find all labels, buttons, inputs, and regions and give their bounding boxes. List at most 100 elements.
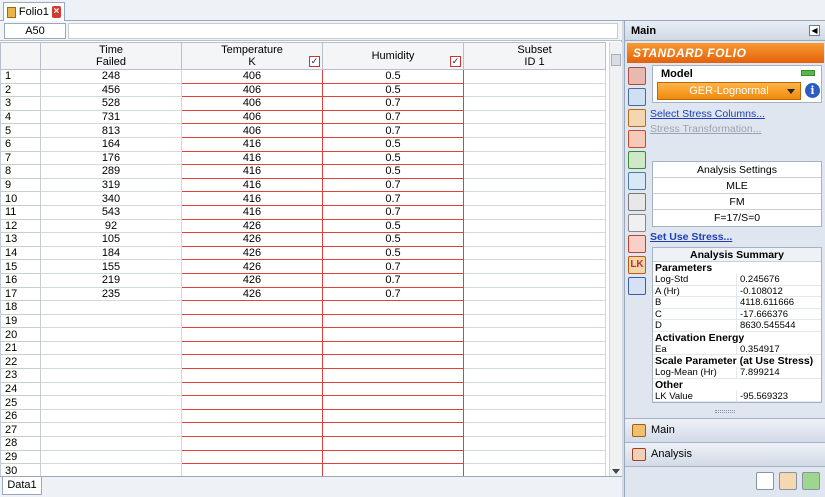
grid-cell[interactable]: 219 — [40, 272, 182, 288]
grid-cell[interactable]: 340 — [40, 191, 182, 206]
grid-cell[interactable] — [322, 395, 464, 410]
grid-cell[interactable]: 0.5 — [322, 136, 464, 152]
analysis-settings-title[interactable]: Analysis Settings — [653, 162, 821, 178]
analysis-ranking[interactable]: FM — [653, 194, 821, 210]
configure-icon[interactable] — [802, 472, 820, 490]
grid-cell[interactable]: 456 — [40, 82, 182, 98]
grid-cell[interactable]: 0.7 — [322, 177, 464, 193]
grid-cell[interactable]: 426 — [181, 218, 323, 234]
grid-cell[interactable] — [181, 313, 323, 329]
grid-cell[interactable] — [40, 368, 182, 383]
grid-cell[interactable] — [181, 354, 323, 370]
select-stress-columns-link[interactable]: Select Stress Columns... — [650, 108, 765, 120]
probability-plot-icon[interactable] — [628, 88, 646, 106]
row-header[interactable]: 21 — [0, 340, 41, 356]
grid-cell[interactable]: 0.5 — [322, 164, 464, 179]
grid-cell[interactable] — [322, 354, 464, 370]
grid-cell[interactable] — [322, 463, 464, 476]
grid-cell[interactable] — [463, 463, 606, 476]
grid-cell[interactable] — [322, 300, 464, 315]
row-header[interactable]: 6 — [0, 136, 41, 152]
grid-cell[interactable]: 155 — [40, 259, 182, 274]
grid-cell[interactable] — [40, 381, 182, 397]
grid-cell[interactable] — [463, 449, 606, 465]
grid-cell[interactable]: 416 — [181, 164, 323, 179]
grid-cell[interactable]: 416 — [181, 150, 323, 166]
grid-cell[interactable] — [181, 449, 323, 465]
nav-analysis-button[interactable]: Analysis — [625, 442, 825, 466]
grid-layout-icon[interactable] — [756, 472, 774, 490]
row-header[interactable]: 9 — [0, 177, 41, 193]
row-header[interactable]: 5 — [0, 123, 41, 138]
grid-cell[interactable]: 105 — [40, 232, 182, 247]
grid-cell[interactable] — [40, 422, 182, 438]
filter-icon[interactable] — [628, 214, 646, 232]
grid-cell[interactable]: 0.5 — [322, 69, 464, 84]
grid-cell[interactable] — [463, 218, 606, 234]
grid-cell[interactable] — [322, 449, 464, 465]
grid-cell[interactable]: 406 — [181, 82, 323, 98]
grid-cell[interactable]: 0.7 — [322, 96, 464, 111]
grid-cell[interactable]: 731 — [40, 109, 182, 125]
row-header[interactable]: 27 — [0, 422, 41, 438]
row-header[interactable]: 8 — [0, 164, 41, 179]
grid-cell[interactable]: 406 — [181, 96, 323, 111]
panel-resize-grip[interactable] — [715, 410, 735, 413]
grid-cell[interactable]: 0.7 — [322, 123, 464, 138]
grid-cell[interactable]: 235 — [40, 286, 182, 302]
grid-cell[interactable] — [40, 313, 182, 329]
grid-cell[interactable]: 0.7 — [322, 191, 464, 206]
grid-cell[interactable] — [463, 123, 606, 138]
grid-cell[interactable]: 0.7 — [322, 109, 464, 125]
stress-icon[interactable] — [628, 172, 646, 190]
row-header[interactable]: 29 — [0, 449, 41, 465]
grid-cell[interactable]: 248 — [40, 69, 182, 84]
grid-cell[interactable] — [40, 449, 182, 465]
grid-cell[interactable] — [463, 272, 606, 288]
grid-cell[interactable]: 528 — [40, 96, 182, 111]
grid-cell[interactable] — [322, 422, 464, 438]
grid-cell[interactable]: 0.5 — [322, 245, 464, 261]
grid-cell[interactable] — [463, 204, 606, 220]
plot-icon[interactable] — [628, 130, 646, 148]
grid-cell[interactable]: 416 — [181, 136, 323, 152]
options-icon[interactable] — [779, 472, 797, 490]
close-icon[interactable]: × — [51, 6, 61, 18]
scrollbar-thumb[interactable] — [611, 54, 621, 66]
row-header[interactable]: 17 — [0, 286, 41, 302]
grid-cell[interactable] — [463, 136, 606, 152]
grid-view-icon[interactable] — [628, 151, 646, 169]
grid-cell[interactable] — [463, 69, 606, 84]
grid-cell[interactable]: 426 — [181, 232, 323, 247]
grid-cell[interactable] — [463, 354, 606, 370]
grid-cell[interactable]: 543 — [40, 204, 182, 220]
grid-cell[interactable] — [181, 327, 323, 342]
grid-cell[interactable] — [463, 245, 606, 261]
grid-cell[interactable] — [463, 381, 606, 397]
grid-cell[interactable]: 0.5 — [322, 232, 464, 247]
likelihood-icon[interactable]: LK — [628, 256, 646, 274]
grid-cell[interactable]: 426 — [181, 245, 323, 261]
analysis-method[interactable]: MLE — [653, 178, 821, 194]
grid-cell[interactable] — [463, 191, 606, 206]
row-header[interactable]: 18 — [0, 300, 41, 315]
info-icon[interactable]: i — [805, 83, 820, 98]
row-header[interactable]: 19 — [0, 313, 41, 329]
row-header[interactable]: 10 — [0, 191, 41, 206]
row-header[interactable]: 7 — [0, 150, 41, 166]
column-header-time-failed[interactable]: Time Failed — [40, 42, 182, 70]
column-header-temperature[interactable]: Temperature K ✓ — [181, 42, 323, 70]
calculator-icon[interactable] — [628, 235, 646, 253]
grid-cell[interactable]: 0.5 — [322, 82, 464, 98]
corner-header[interactable] — [0, 42, 41, 70]
grid-cell[interactable] — [463, 150, 606, 166]
grid-cell[interactable] — [322, 408, 464, 424]
grid-cell[interactable] — [463, 286, 606, 302]
row-header[interactable]: 23 — [0, 368, 41, 383]
nav-main-button[interactable]: Main — [625, 418, 825, 442]
grid-cell[interactable]: 416 — [181, 191, 323, 206]
grid-cell[interactable]: 406 — [181, 109, 323, 125]
grid-cell[interactable]: 416 — [181, 177, 323, 193]
grid-cell[interactable] — [322, 313, 464, 329]
row-header[interactable]: 24 — [0, 381, 41, 397]
